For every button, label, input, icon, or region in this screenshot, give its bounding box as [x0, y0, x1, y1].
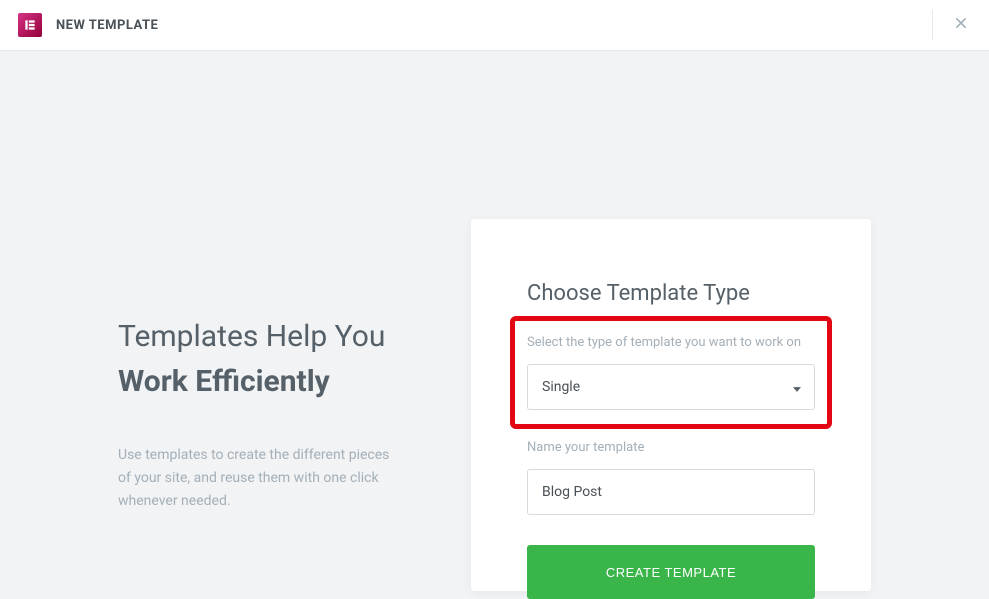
template-name-label: Name your template	[527, 439, 815, 457]
form-title: Choose Template Type	[527, 281, 815, 306]
close-icon	[953, 15, 969, 35]
modal-header: NEW TEMPLATE	[0, 0, 989, 51]
headline: Templates Help You Work Efficiently	[118, 314, 431, 404]
form-panel: Choose Template Type Select the type of …	[471, 219, 871, 591]
elementor-logo-icon	[18, 13, 42, 37]
template-type-select-wrap: Single	[527, 364, 815, 410]
description-text: Use templates to create the different pi…	[118, 444, 398, 513]
template-type-label: Select the type of template you want to …	[527, 334, 815, 352]
template-name-group: Name your template	[527, 439, 815, 515]
template-type-select[interactable]: Single	[527, 364, 815, 410]
modal-body: Templates Help You Work Efficiently Use …	[0, 51, 989, 591]
modal-title: NEW TEMPLATE	[56, 18, 158, 33]
highlighted-field-group: Select the type of template you want to …	[510, 316, 832, 429]
headline-text: Templates Help You	[118, 319, 385, 354]
info-panel: Templates Help You Work Efficiently Use …	[0, 51, 471, 591]
close-button[interactable]	[932, 10, 969, 40]
template-name-input[interactable]	[527, 469, 815, 515]
headline-strong: Work Efficiently	[118, 364, 330, 399]
